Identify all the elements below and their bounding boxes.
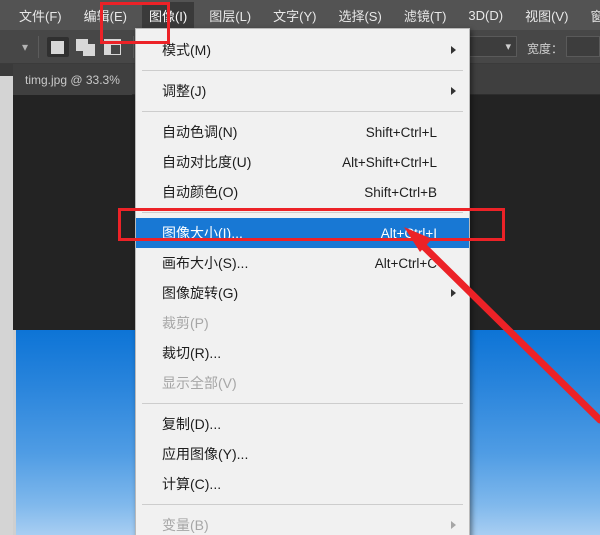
chevron-right-icon: [451, 521, 456, 529]
menu-item-label: 裁剪(P): [162, 315, 209, 331]
menubar-item-2[interactable]: 图像(I): [141, 1, 195, 29]
chevron-right-icon: [451, 289, 456, 297]
menubar-item-5[interactable]: 选择(S): [331, 2, 388, 29]
menu-item[interactable]: 模式(M): [136, 35, 469, 65]
image-menu-dropdown: 模式(M) 调整(J) 自动色调(N) Shift+Ctrl+L 自动对比度(U) Alt…: [135, 28, 470, 535]
menu-separator: [142, 504, 463, 505]
chevron-right-icon: [451, 46, 456, 54]
menu-item: 裁剪(P): [136, 308, 469, 338]
menubar-item-8[interactable]: 视图(V): [518, 2, 575, 29]
menu-item[interactable]: 自动颜色(O) Shift+Ctrl+B: [136, 177, 469, 207]
menu-item[interactable]: 裁切(R)...: [136, 338, 469, 368]
menu-bar: 文件(F) 编辑(E) 图像(I) 图层(L) 文字(Y) 选择(S) 滤镜(T) 3D(D)…: [0, 0, 600, 30]
menu-item[interactable]: 复制(D)...: [136, 409, 469, 439]
options-divider-1: [38, 36, 39, 58]
menu-item: 变量(B): [136, 510, 469, 535]
menu-item-label: 应用图像(Y)...: [162, 446, 249, 462]
new-layer-shape-icon[interactable]: [47, 37, 69, 57]
menu-item[interactable]: 自动对比度(U) Alt+Shift+Ctrl+L: [136, 147, 469, 177]
menu-item-label: 自动色调(N): [162, 124, 238, 140]
menubar-item-4[interactable]: 文字(Y): [266, 2, 323, 29]
menubar-item-1[interactable]: 编辑(E): [77, 2, 134, 29]
menu-separator: [142, 111, 463, 112]
menu-item-label: 画布大小(S)...: [162, 255, 249, 271]
menubar-item-7[interactable]: 3D(D): [461, 4, 510, 27]
photoshop-window: 文件(F) 编辑(E) 图像(I) 图层(L) 文字(Y) 选择(S) 滤镜(T) 3D(D)…: [0, 0, 600, 535]
menu-item-shortcut: Alt+Ctrl+C: [374, 255, 437, 271]
menu-item-shortcut: Shift+Ctrl+B: [364, 184, 437, 200]
menu-item-label: 复制(D)...: [162, 416, 222, 432]
width-input[interactable]: [566, 36, 600, 57]
menu-item-label: 计算(C)...: [162, 476, 222, 492]
menu-item-shortcut: Shift+Ctrl+L: [365, 124, 437, 140]
menu-item[interactable]: 计算(C)...: [136, 469, 469, 499]
menu-item-label: 裁切(R)...: [162, 345, 222, 361]
menu-item-label: 自动对比度(U): [162, 154, 252, 170]
document-tab[interactable]: timg.jpg @ 33.3%: [13, 64, 132, 95]
menu-item-label: 调整(J): [162, 83, 207, 99]
menu-separator: [142, 212, 463, 213]
menu-item[interactable]: 调整(J): [136, 76, 469, 106]
width-label: 宽度：: [527, 42, 564, 56]
menu-item-label: 图像旋转(G): [162, 285, 239, 301]
chevron-down-icon[interactable]: ▾: [18, 41, 32, 53]
menu-item-label: 自动颜色(O): [162, 184, 239, 200]
menu-separator: [142, 70, 463, 71]
menu-item-label: 模式(M): [162, 42, 211, 58]
menu-item-label: 图像大小(I)...: [162, 225, 243, 241]
menu-item[interactable]: 画布大小(S)... Alt+Ctrl+C: [136, 248, 469, 278]
menu-item-shortcut: Alt+Ctrl+I: [380, 225, 437, 241]
menu-item-label: 显示全部(V): [162, 375, 237, 391]
menu-item: 显示全部(V): [136, 368, 469, 398]
menu-item[interactable]: 图像旋转(G): [136, 278, 469, 308]
left-scroll-rail[interactable]: [0, 60, 13, 535]
menubar-item-9[interactable]: 窗口(W): [583, 2, 600, 29]
menu-item-label: 变量(B): [162, 517, 209, 533]
menubar-item-0[interactable]: 文件(F): [12, 2, 69, 29]
options-divider-2: [133, 36, 134, 58]
subtract-front-shape-icon[interactable]: [103, 37, 125, 57]
menu-item[interactable]: 图像大小(I)... Alt+Ctrl+I: [136, 218, 469, 248]
combine-shapes-icon[interactable]: [75, 37, 97, 57]
menubar-item-3[interactable]: 图层(L): [202, 2, 258, 29]
menu-item[interactable]: 自动色调(N) Shift+Ctrl+L: [136, 117, 469, 147]
menu-separator: [142, 403, 463, 404]
chevron-down-icon: ▾: [505, 41, 511, 53]
menubar-item-6[interactable]: 滤镜(T): [397, 2, 454, 29]
menu-item[interactable]: 应用图像(Y)...: [136, 439, 469, 469]
menu-item-shortcut: Alt+Shift+Ctrl+L: [342, 154, 437, 170]
chevron-right-icon: [451, 87, 456, 95]
